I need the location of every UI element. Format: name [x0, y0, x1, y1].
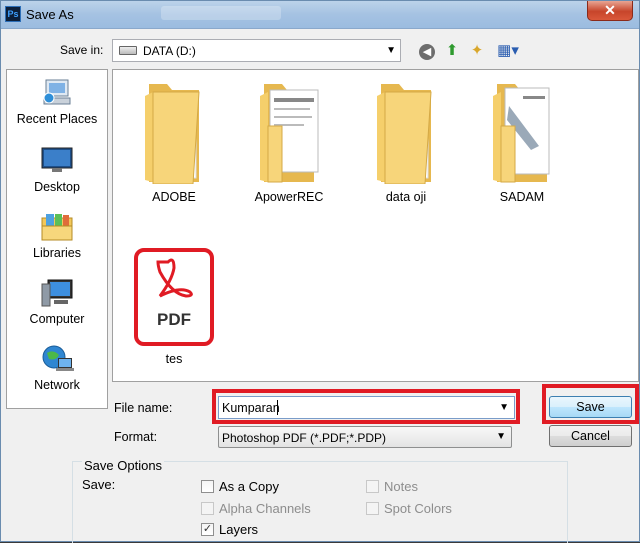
- folder-icon: [145, 84, 200, 184]
- save-options-title: Save Options: [82, 458, 165, 473]
- drive-icon: [119, 46, 137, 55]
- recent-places-icon: [43, 79, 71, 105]
- place-recent-places[interactable]: Recent Places: [7, 78, 107, 126]
- save-in-label: Save in:: [60, 43, 104, 57]
- place-desktop[interactable]: Desktop: [7, 146, 107, 194]
- checkbox-label: Layers: [219, 522, 259, 537]
- format-value: Photoshop PDF (*.PDF;*.PDP): [222, 431, 387, 445]
- back-arrow-icon: ◀: [419, 44, 435, 60]
- blurred-title-area: [161, 6, 281, 20]
- checkbox-label: Spot Colors: [384, 501, 452, 516]
- file-label: ADOBE: [152, 190, 196, 204]
- folder-item-adobe[interactable]: ADOBE: [119, 76, 229, 204]
- checkbox-box[interactable]: [201, 502, 214, 515]
- chevron-down-icon: ▼: [386, 45, 396, 56]
- checkmark-icon[interactable]: ✓: [201, 523, 214, 536]
- file-label: tes: [165, 352, 183, 366]
- save-options-save-label: Save:: [82, 477, 116, 492]
- views-menu-button[interactable]: ▦▾: [494, 41, 522, 61]
- folder-item-sadam[interactable]: SADAM: [467, 76, 577, 204]
- up-folder-icon: ⬆: [445, 42, 459, 59]
- file-name-value: Kumparan: [222, 401, 280, 415]
- save-options-group: [72, 461, 568, 543]
- save-in-dropdown[interactable]: DATA (D:) ▼: [112, 39, 401, 62]
- new-folder-icon: ✦: [470, 42, 484, 59]
- file-name-input[interactable]: Kumparan ▼: [218, 396, 515, 419]
- format-dropdown[interactable]: Photoshop PDF (*.PDF;*.PDP) ▼: [218, 426, 512, 448]
- save-in-value: DATA (D:): [143, 44, 196, 58]
- libraries-icon: [41, 214, 73, 241]
- close-button[interactable]: ✕: [587, 1, 633, 21]
- file-item-tes[interactable]: tes: [119, 352, 229, 366]
- checkbox-box[interactable]: [366, 480, 379, 493]
- place-label: Libraries: [33, 246, 81, 260]
- file-label: ApowerREC: [254, 190, 324, 204]
- folder-item-data-oji[interactable]: data oji: [351, 76, 461, 204]
- save-as-dialog: Ps Save As ✕ Save in: DATA (D:) ▼ ◀ ⬆ ✦ …: [0, 0, 640, 543]
- window-title: Save As: [26, 7, 74, 22]
- views-icon: ▦▾: [497, 42, 519, 59]
- format-label: Format:: [114, 430, 158, 444]
- pdf-file-icon-tes[interactable]: PDF: [134, 248, 214, 346]
- chevron-down-icon: ▼: [496, 431, 506, 442]
- pdf-badge-text: PDF: [157, 310, 191, 329]
- adobe-acrobat-icon: [156, 258, 193, 298]
- save-button[interactable]: Save: [549, 396, 632, 418]
- photoshop-app-icon: Ps: [5, 6, 21, 22]
- checkbox-box[interactable]: [201, 480, 214, 493]
- place-label: Desktop: [34, 180, 80, 194]
- back-button[interactable]: ◀: [417, 41, 437, 61]
- cancel-button[interactable]: Cancel: [549, 425, 632, 447]
- folder-item-apowerrec[interactable]: ApowerREC: [234, 76, 344, 204]
- checkbox-box[interactable]: [366, 502, 379, 515]
- checkbox-label: Alpha Channels: [219, 501, 311, 516]
- place-label: Network: [34, 378, 80, 392]
- chevron-down-icon[interactable]: ▼: [499, 402, 509, 413]
- place-libraries[interactable]: Libraries: [7, 212, 107, 260]
- folder-icon: [260, 84, 319, 183]
- file-name-label: File name:: [114, 401, 173, 415]
- place-label: Recent Places: [16, 112, 98, 126]
- file-label: SADAM: [499, 190, 545, 204]
- checkbox-label: Notes: [384, 479, 418, 494]
- network-icon: [42, 345, 74, 371]
- desktop-icon: [41, 147, 73, 172]
- file-list-view[interactable]: ADOBE ApowerREC data oji SADAM PDF tes: [112, 69, 639, 382]
- place-label: Computer: [29, 312, 85, 326]
- title-bar[interactable]: Ps Save As ✕: [1, 1, 639, 29]
- file-label: data oji: [385, 190, 427, 204]
- computer-icon: [41, 279, 73, 307]
- new-folder-button[interactable]: ✦: [467, 41, 487, 61]
- up-folder-button[interactable]: ⬆: [442, 41, 462, 61]
- folder-icon: [493, 84, 550, 183]
- folder-icon: [377, 84, 432, 184]
- place-network[interactable]: Network: [7, 344, 107, 392]
- places-bar: Recent Places Desktop Libraries Computer…: [6, 69, 108, 409]
- place-computer[interactable]: Computer: [7, 278, 107, 326]
- text-caret: [277, 400, 278, 415]
- checkbox-label: As a Copy: [219, 479, 279, 494]
